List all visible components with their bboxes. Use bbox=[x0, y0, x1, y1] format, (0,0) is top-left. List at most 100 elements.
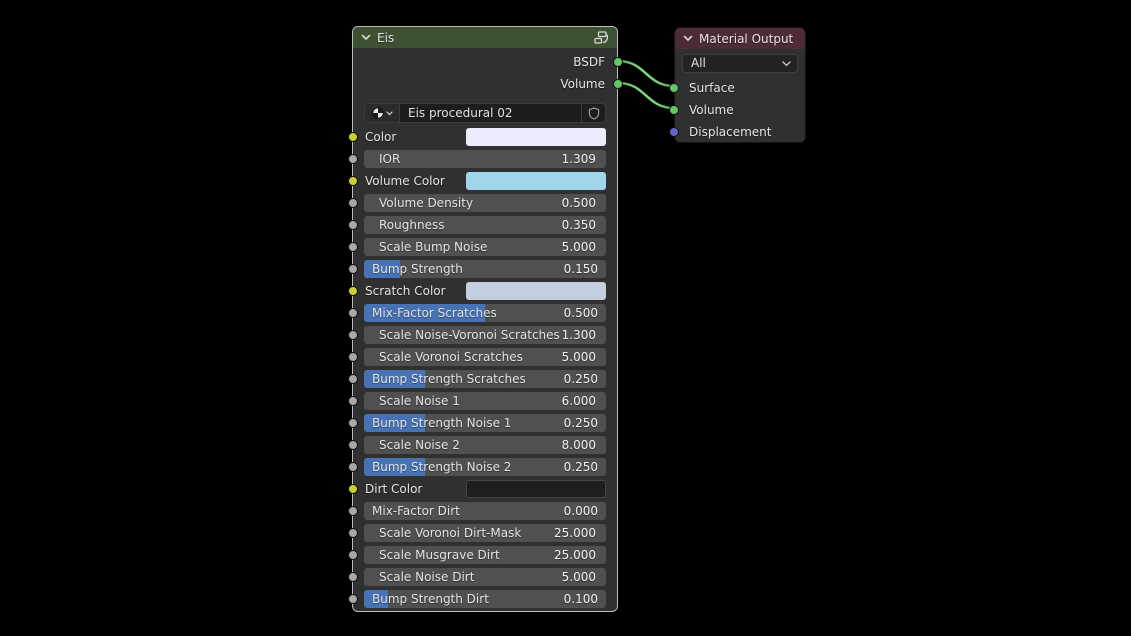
input-socket-bump-strength-scratches[interactable] bbox=[348, 374, 358, 384]
param-value: 0.150 bbox=[564, 262, 606, 276]
param-label: Scale Noise 1 bbox=[364, 394, 562, 408]
number-field-scale-noise-1[interactable]: Scale Noise 16.000 bbox=[364, 392, 606, 410]
number-field-scale-noise-dirt[interactable]: Scale Noise Dirt5.000 bbox=[364, 568, 606, 586]
input-socket-bump-strength-noise-2[interactable] bbox=[348, 462, 358, 472]
node-group-icon bbox=[594, 31, 609, 44]
material-output-header[interactable]: Material Output bbox=[675, 28, 805, 49]
output-socket-row-bsdf: BSDF bbox=[353, 52, 617, 72]
color-field-scratch-color: Scratch Color bbox=[364, 282, 606, 300]
input-socket-volume-density[interactable] bbox=[348, 198, 358, 208]
number-field-scale-musgrave-dirt[interactable]: Scale Musgrave Dirt25.000 bbox=[364, 546, 606, 564]
input-socket-scratch-color[interactable] bbox=[348, 286, 358, 296]
node-eis-header[interactable]: Eis bbox=[353, 27, 617, 48]
input-socket-scale-bump-noise[interactable] bbox=[348, 242, 358, 252]
slider-bump-strength[interactable]: Bump Strength0.150 bbox=[364, 260, 606, 278]
param-row-scale-voronoi-dirt-mask: Scale Voronoi Dirt-Mask25.000 bbox=[364, 524, 606, 542]
param-label: Mix-Factor Dirt bbox=[364, 504, 564, 518]
fake-user-toggle[interactable] bbox=[581, 104, 605, 122]
input-socket-mix-factor-scratches[interactable] bbox=[348, 308, 358, 318]
material-selector[interactable]: Eis procedural 02 bbox=[364, 103, 606, 123]
input-label: Surface bbox=[689, 81, 735, 95]
node-title: Eis bbox=[377, 31, 394, 45]
input-socket-roughness[interactable] bbox=[348, 220, 358, 230]
color-swatch-volume-color[interactable] bbox=[466, 172, 606, 190]
node-inputs: SurfaceVolumeDisplacement bbox=[675, 79, 805, 141]
input-socket-surface[interactable] bbox=[669, 83, 679, 93]
input-socket-volume-color[interactable] bbox=[348, 176, 358, 186]
number-field-scale-noise-voronoi-scratches[interactable]: Scale Noise-Voronoi Scratches1.300 bbox=[364, 326, 606, 344]
color-swatch-dirt-color[interactable] bbox=[466, 480, 606, 498]
param-row-scale-noise-dirt: Scale Noise Dirt5.000 bbox=[364, 568, 606, 586]
node-editor-canvas[interactable]: Eis BSDFVolume Eis proced bbox=[0, 0, 1131, 636]
param-value: 5.000 bbox=[562, 240, 606, 254]
param-value: 0.500 bbox=[564, 306, 606, 320]
input-socket-scale-noise-dirt[interactable] bbox=[348, 572, 358, 582]
number-field-volume-density[interactable]: Volume Density0.500 bbox=[364, 194, 606, 212]
slider-mix-factor-scratches[interactable]: Mix-Factor Scratches0.500 bbox=[364, 304, 606, 322]
chevron-down-icon[interactable] bbox=[683, 35, 693, 42]
slider-bump-strength-dirt[interactable]: Bump Strength Dirt0.100 bbox=[364, 590, 606, 608]
input-socket-mix-factor-dirt[interactable] bbox=[348, 506, 358, 516]
input-socket-scale-noise-2[interactable] bbox=[348, 440, 358, 450]
node-eis-group[interactable]: Eis BSDFVolume Eis proced bbox=[352, 26, 618, 612]
param-row-mix-factor-scratches: Mix-Factor Scratches0.500 bbox=[364, 304, 606, 322]
number-field-scale-voronoi-dirt-mask[interactable]: Scale Voronoi Dirt-Mask25.000 bbox=[364, 524, 606, 542]
slider-mix-factor-dirt[interactable]: Mix-Factor Dirt0.000 bbox=[364, 502, 606, 520]
slider-bump-strength-scratches[interactable]: Bump Strength Scratches0.250 bbox=[364, 370, 606, 388]
param-label: Color bbox=[364, 130, 466, 144]
input-socket-bump-strength-dirt[interactable] bbox=[348, 594, 358, 604]
number-field-scale-bump-noise[interactable]: Scale Bump Noise5.000 bbox=[364, 238, 606, 256]
output-socket-bsdf[interactable] bbox=[613, 57, 623, 67]
node-parameters: Color IOR1.309 Volume Color Volume Density0… bbox=[353, 128, 617, 608]
chevron-down-icon bbox=[782, 61, 797, 67]
input-socket-dirt-color[interactable] bbox=[348, 484, 358, 494]
input-socket-row-displacement: Displacement bbox=[675, 123, 805, 141]
param-label: Scale Voronoi Scratches bbox=[364, 350, 562, 364]
param-row-scale-bump-noise: Scale Bump Noise5.000 bbox=[364, 238, 606, 256]
param-row-volume-color: Volume Color bbox=[364, 172, 606, 190]
output-socket-volume[interactable] bbox=[613, 79, 623, 89]
param-row-bump-strength-dirt: Bump Strength Dirt0.100 bbox=[364, 590, 606, 608]
input-socket-scale-musgrave-dirt[interactable] bbox=[348, 550, 358, 560]
target-dropdown[interactable]: All bbox=[682, 54, 798, 73]
param-row-bump-strength: Bump Strength0.150 bbox=[364, 260, 606, 278]
input-socket-scale-noise-1[interactable] bbox=[348, 396, 358, 406]
node-outputs: BSDFVolume bbox=[353, 52, 617, 94]
param-row-roughness: Roughness0.350 bbox=[364, 216, 606, 234]
param-row-volume-density: Volume Density0.500 bbox=[364, 194, 606, 212]
number-field-scale-voronoi-scratches[interactable]: Scale Voronoi Scratches5.000 bbox=[364, 348, 606, 366]
param-label: Scratch Color bbox=[364, 284, 466, 298]
param-row-scale-noise-1: Scale Noise 16.000 bbox=[364, 392, 606, 410]
material-browse-button[interactable] bbox=[365, 104, 400, 122]
chevron-down-icon[interactable] bbox=[361, 34, 371, 41]
param-value: 0.250 bbox=[564, 416, 606, 430]
input-socket-displacement[interactable] bbox=[669, 127, 679, 137]
input-socket-color[interactable] bbox=[348, 132, 358, 142]
node-material-output[interactable]: Material Output All SurfaceVolumeDisplac… bbox=[674, 27, 806, 143]
input-socket-ior[interactable] bbox=[348, 154, 358, 164]
color-swatch-scratch-color[interactable] bbox=[466, 282, 606, 300]
param-row-scratch-color: Scratch Color bbox=[364, 282, 606, 300]
input-socket-volume[interactable] bbox=[669, 105, 679, 115]
chevron-down-icon bbox=[386, 111, 393, 116]
input-socket-scale-noise-voronoi-scratches[interactable] bbox=[348, 330, 358, 340]
number-field-ior[interactable]: IOR1.309 bbox=[364, 150, 606, 168]
param-value: 0.100 bbox=[564, 592, 606, 606]
param-value: 0.350 bbox=[562, 218, 606, 232]
input-socket-scale-voronoi-dirt-mask[interactable] bbox=[348, 528, 358, 538]
param-value: 1.309 bbox=[562, 152, 606, 166]
param-label: IOR bbox=[364, 152, 562, 166]
param-label: Scale Noise Dirt bbox=[364, 570, 562, 584]
param-label: Scale Bump Noise bbox=[364, 240, 562, 254]
shield-icon bbox=[588, 107, 600, 120]
color-swatch-color[interactable] bbox=[466, 128, 606, 146]
input-socket-bump-strength-noise-1[interactable] bbox=[348, 418, 358, 428]
material-name-field[interactable]: Eis procedural 02 bbox=[400, 104, 581, 122]
number-field-scale-noise-2[interactable]: Scale Noise 28.000 bbox=[364, 436, 606, 454]
input-socket-scale-voronoi-scratches[interactable] bbox=[348, 352, 358, 362]
input-socket-bump-strength[interactable] bbox=[348, 264, 358, 274]
param-label: Bump Strength bbox=[364, 262, 564, 276]
slider-bump-strength-noise-2[interactable]: Bump Strength Noise 20.250 bbox=[364, 458, 606, 476]
slider-bump-strength-noise-1[interactable]: Bump Strength Noise 10.250 bbox=[364, 414, 606, 432]
number-field-roughness[interactable]: Roughness0.350 bbox=[364, 216, 606, 234]
